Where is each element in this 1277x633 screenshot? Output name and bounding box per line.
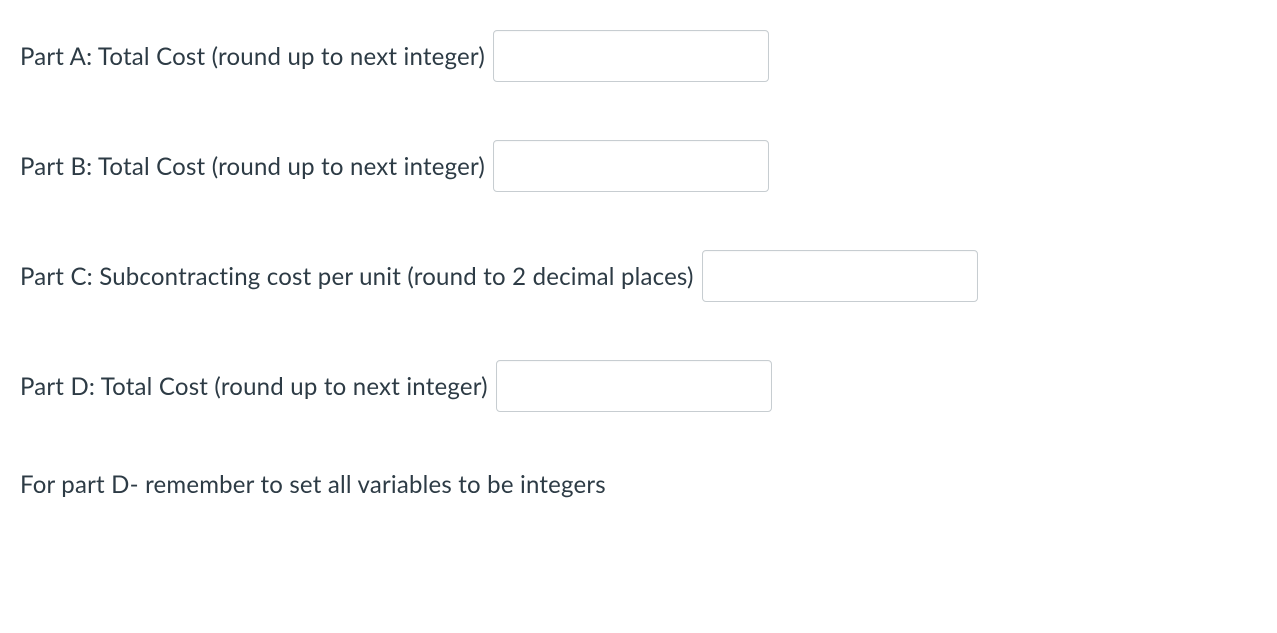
part-c-input[interactable]	[702, 250, 978, 302]
part-b-input[interactable]	[493, 140, 769, 192]
part-b-row: Part B: Total Cost (round up to next int…	[20, 140, 1257, 192]
part-d-note: For part D- remember to set all variable…	[20, 470, 1257, 499]
part-a-row: Part A: Total Cost (round up to next int…	[20, 30, 1257, 82]
part-d-row: Part D: Total Cost (round up to next int…	[20, 360, 1257, 412]
part-d-label: Part D: Total Cost (round up to next int…	[20, 372, 488, 401]
part-c-row: Part C: Subcontracting cost per unit (ro…	[20, 250, 1257, 302]
part-a-label: Part A: Total Cost (round up to next int…	[20, 42, 485, 71]
part-d-input[interactable]	[496, 360, 772, 412]
part-c-label: Part C: Subcontracting cost per unit (ro…	[20, 262, 694, 291]
part-a-input[interactable]	[493, 30, 769, 82]
part-b-label: Part B: Total Cost (round up to next int…	[20, 152, 485, 181]
